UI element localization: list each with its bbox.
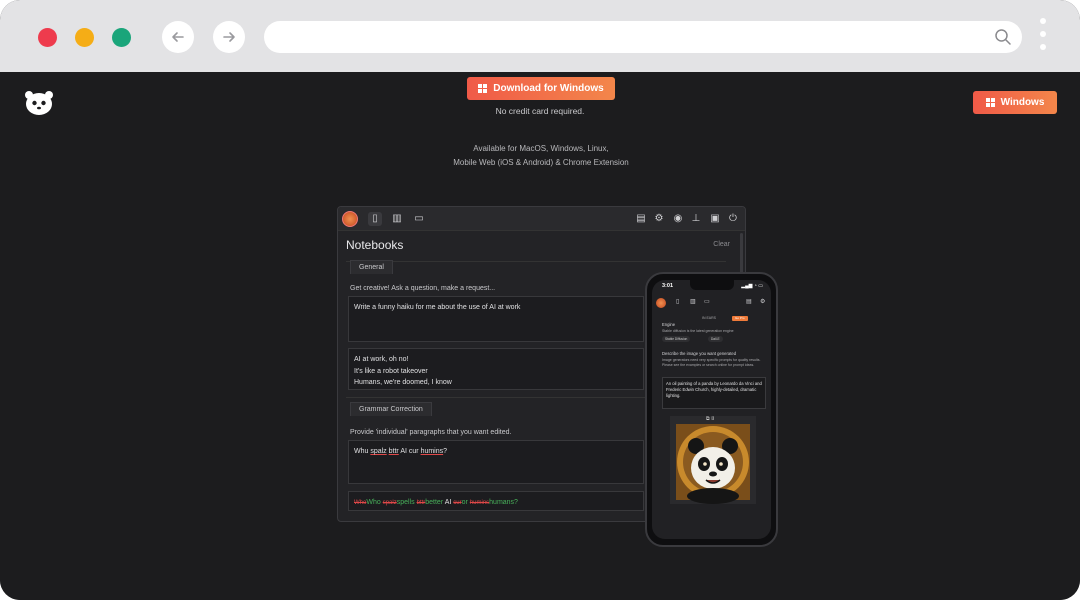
chat-icon: ▭ [704, 299, 710, 305]
deleted-text: Who [354, 500, 367, 506]
misspelled-word: humins [420, 448, 444, 455]
library-icon: ▥ [392, 213, 402, 224]
card-icon: ▤ [636, 213, 646, 224]
download-windows-button[interactable]: Download for Windows [467, 77, 615, 100]
arrow-left-icon [172, 32, 184, 42]
gear-icon: ⚙ [760, 299, 766, 305]
phone-time: 3:01 [662, 283, 674, 289]
plain-text: AI [443, 499, 454, 506]
availability-line-1: Available for MacOS, Windows, Linux, [473, 144, 609, 153]
notebook-icon: ▯ [368, 212, 382, 226]
phone-avatar [656, 298, 666, 308]
app-toolbar: ▯ ▥ ▭ ▤ ⚙ ◉ ⊥ ▣ ⏻ [338, 207, 745, 231]
inserted-text: Who [366, 499, 381, 506]
divider [346, 261, 726, 262]
engine-label: Engine [662, 322, 676, 327]
library-icon: ▥ [690, 299, 696, 305]
response-line: AI at work, oh no! [354, 356, 409, 363]
response-line: Humans, we're doomed, I know [354, 379, 452, 386]
mobile-app-preview: 3:01 ▂▄▆ ◔ ▭ ▯ ▥ ▭ ▤ ⚙ IN EARS Go Pro En… [645, 272, 778, 547]
power-icon: ⏻ [729, 213, 737, 224]
notebook-icon: ▯ [676, 299, 680, 305]
image-tools: ⧉ ▯ [706, 416, 715, 422]
forward-button[interactable] [213, 21, 245, 53]
deleted-text: spalz [382, 500, 397, 506]
deleted-text: cur [453, 500, 462, 506]
windows-button-label: Windows [1000, 97, 1045, 108]
deleted-text: humins [469, 500, 490, 506]
prompt-part: AI cur [398, 448, 421, 455]
inserted-text: or [461, 499, 468, 506]
availability-line-2: Mobile Web (iOS & Android) & Chrome Exte… [453, 158, 629, 167]
misspelled-word: spalz [370, 448, 387, 455]
search-icon[interactable] [994, 28, 1012, 46]
availability-text: Available for MacOS, Windows, Linux, Mob… [400, 142, 682, 170]
phone-notch [690, 280, 734, 290]
correction-box: WhoWho spalzspells bttrbetter AI curor h… [348, 491, 644, 511]
download-button-label: Download for Windows [493, 83, 604, 94]
tab-grammar-correction: Grammar Correction [350, 402, 432, 416]
prompt-part: ? [443, 448, 448, 455]
phone-tab-label: IN EARS [702, 316, 717, 320]
notebook-instruction: Provide 'individual' paragraphs that you… [350, 429, 512, 436]
generated-image-frame [670, 416, 756, 504]
pin-icon: ⊥ [691, 213, 701, 224]
deleted-text: bttr [416, 500, 426, 506]
engine-description: Stable diffusion is the latest generatio… [662, 329, 734, 333]
inserted-text: humans? [489, 499, 518, 506]
inserted-text: better [425, 499, 444, 506]
inserted-text: spells [396, 499, 415, 506]
app-avatar [342, 211, 358, 227]
card-icon: ▤ [746, 299, 752, 305]
app-title: Notebooks [346, 238, 404, 252]
prompt-part: Whu [354, 448, 371, 455]
response-line: It's like a robot takeover [354, 367, 428, 375]
browser-window: Download for Windows No credit card requ… [0, 0, 1080, 600]
windows-logo-icon [985, 98, 995, 107]
address-bar[interactable] [264, 21, 1022, 53]
clear-link: Clear [713, 241, 730, 248]
windows-logo-icon [478, 84, 488, 93]
prompt-box: Whu spalz bttr AI cur humins? [348, 440, 644, 484]
no-credit-card-note: No credit card required. [495, 106, 585, 116]
go-pro-badge: Go Pro [732, 316, 748, 321]
header-windows-button[interactable]: Windows [973, 91, 1057, 114]
describe-description: Image generators need very specific prom… [662, 358, 761, 367]
phone-status-icons: ▂▄▆ ◔ ▭ [741, 283, 763, 289]
close-window-button[interactable] [38, 28, 57, 47]
describe-label: Describe the image you want generated [662, 351, 737, 356]
browser-toolbar [0, 0, 1080, 72]
window-icon: ▣ [710, 213, 720, 224]
gear-icon: ⚙ [654, 213, 664, 224]
chat-icon: ▭ [414, 213, 424, 224]
maximize-window-button[interactable] [112, 28, 131, 47]
phone-screen: 3:01 ▂▄▆ ◔ ▭ ▯ ▥ ▭ ▤ ⚙ IN EARS Go Pro En… [652, 280, 771, 539]
engine-option-stable-diffusion: Stable Diffusion [662, 336, 691, 342]
back-button[interactable] [162, 21, 194, 53]
prompt-box: Write a funny haiku for me about the use… [348, 296, 644, 342]
page-content: Download for Windows No credit card requ… [0, 72, 1080, 600]
engine-option-dalle: Dall-E [708, 336, 723, 342]
minimize-window-button[interactable] [75, 28, 94, 47]
image-prompt-box: An oil painting of a panda by Leonardo d… [662, 377, 766, 409]
notebook-instruction: Get creative! Ask a question, make a req… [350, 285, 496, 292]
panda-painting-image [676, 424, 750, 504]
prompt-text: Write a funny haiku for me about the use… [354, 304, 521, 311]
misspelled-word: bttr [388, 448, 399, 455]
arrow-right-icon [223, 32, 235, 42]
kebab-menu-icon[interactable] [1038, 18, 1048, 54]
panda-logo-icon[interactable] [24, 90, 54, 116]
phone-toolbar: ▯ ▥ ▭ ▤ ⚙ [652, 296, 771, 310]
response-box: AI at work, oh no! It's like a robot tak… [348, 348, 644, 390]
eye-icon: ◉ [673, 213, 683, 224]
tab-general: General [350, 260, 393, 274]
